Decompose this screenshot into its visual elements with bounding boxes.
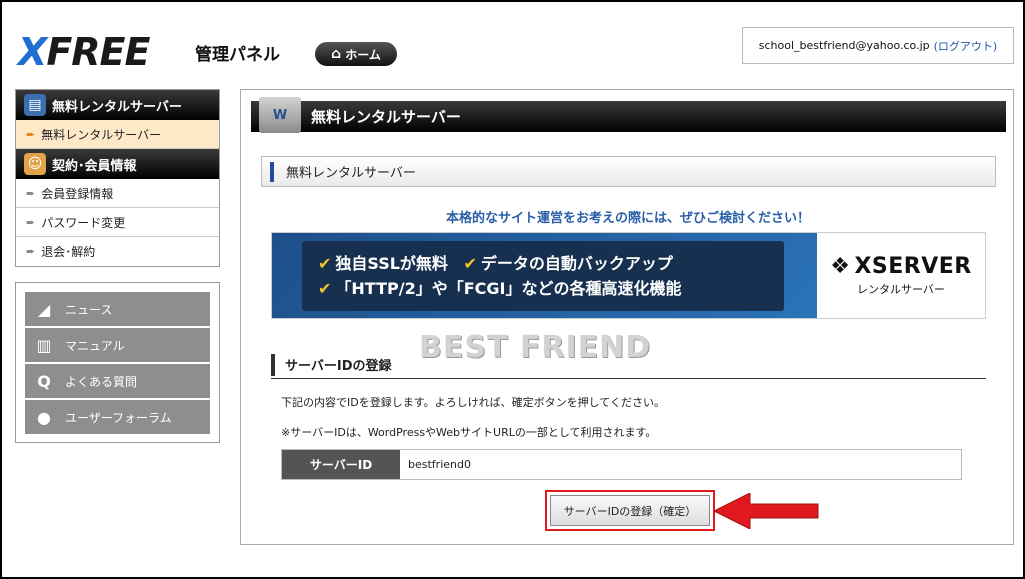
sidebar-item-label: パスワード変更 bbox=[41, 215, 126, 230]
xserver-banner[interactable]: ✔ 独自SSLが無料 ✔ データの自動バックアップ ✔ 「HTTP/2」や「FCGI」… bbox=[271, 232, 986, 319]
sidebar-item-rental-server[interactable]: ➨ 無料レンタルサーバー bbox=[16, 120, 219, 149]
link-news[interactable]: ◢ ニュース bbox=[25, 292, 210, 326]
link-label: よくある質問 bbox=[65, 374, 138, 389]
promo-text: 本格的なサイト運営をお考えの際には、ぜひご検討ください！ bbox=[445, 211, 810, 226]
confirm-button[interactable]: サーバーIDの登録（確定） bbox=[550, 495, 710, 526]
description-text-1: 下記の内容でIDを登録します。よろしければ、確定ボタンを押してください。 bbox=[281, 396, 665, 409]
banner-left: ✔ 独自SSLが無料 ✔ データの自動バックアップ ✔ 「HTTP/2」や「FCGI」… bbox=[272, 233, 817, 318]
sidebar-section-title: 契約･会員情報 bbox=[52, 158, 137, 174]
sidebar-item-label: 無料レンタルサーバー bbox=[41, 127, 162, 142]
sidebar-item-member-info[interactable]: ➨ 会員登録情報 bbox=[16, 179, 219, 208]
sub-header: 無料レンタルサーバー bbox=[261, 156, 996, 187]
check-icon: ✔ bbox=[318, 254, 332, 273]
link-label: ユーザーフォーラム bbox=[65, 410, 172, 425]
banner-line1b: データの自動バックアップ bbox=[480, 254, 673, 273]
banner-line-2: ✔ 「HTTP/2」や「FCGI」などの各種高速化機能 bbox=[318, 276, 768, 301]
sub-title: 無料レンタルサーバー bbox=[286, 166, 416, 181]
link-forum[interactable]: ● ユーザーフォーラム bbox=[25, 400, 210, 434]
sidebar-section-title: 無料レンタルサーバー bbox=[52, 99, 182, 115]
server-id-value: bestfriend0 bbox=[408, 458, 471, 471]
link-label: マニュアル bbox=[65, 338, 125, 353]
link-faq[interactable]: Q よくある質問 bbox=[25, 364, 210, 398]
check-icon: ✔ bbox=[318, 279, 332, 298]
user-info-box: school_bestfriend@yahoo.co.jp (ログアウト) bbox=[742, 27, 1014, 64]
home-label: ホーム bbox=[345, 47, 381, 62]
sidebar-links: ◢ ニュース ▥ マニュアル Q よくある質問 ● ユーザーフォーラム bbox=[15, 282, 220, 443]
link-manual[interactable]: ▥ マニュアル bbox=[25, 328, 210, 362]
xserver-sub: レンタルサーバー bbox=[857, 283, 945, 296]
description-text-2: ※サーバーIDは、WordPressやWebサイトURLの一部として利用されます… bbox=[281, 426, 657, 439]
banner-line2: 「HTTP/2」や「FCGI」などの各種高速化機能 bbox=[335, 279, 682, 298]
main-content: W 無料レンタルサーバー 無料レンタルサーバー 本格的なサイト運営をお考えの際に… bbox=[240, 89, 1014, 545]
panel-title: 管理パネル bbox=[195, 45, 280, 65]
sidebar-item-label: 退会･解約 bbox=[41, 245, 96, 259]
banner-brand: ❖ XSERVER レンタルサーバー bbox=[817, 233, 985, 318]
arrow-right-icon: ➨ bbox=[26, 127, 36, 141]
sidebar-item-label: 会員登録情報 bbox=[41, 186, 114, 201]
section-title: サーバーIDの登録 bbox=[285, 358, 392, 374]
sidebar-item-password[interactable]: ➨ パスワード変更 bbox=[16, 208, 219, 237]
link-label: ニュース bbox=[65, 302, 113, 317]
home-button[interactable]: ⌂ ホーム bbox=[315, 42, 397, 66]
arrow-right-icon: ➨ bbox=[26, 215, 36, 229]
confirm-highlight: サーバーIDの登録（確定） bbox=[545, 490, 715, 531]
q-icon: Q bbox=[37, 371, 51, 391]
user-email: school_bestfriend@yahoo.co.jp bbox=[758, 39, 930, 52]
sidebar-menu: ▤ 無料レンタルサーバー ➨ 無料レンタルサーバー ☺ 契約･会員情報 ➨ 会員… bbox=[15, 89, 220, 267]
home-icon: ⌂ bbox=[331, 46, 342, 62]
logout-link[interactable]: (ログアウト) bbox=[934, 38, 998, 54]
sidebar-item-withdraw[interactable]: ➨ 退会･解約 bbox=[16, 237, 219, 266]
red-arrow-icon bbox=[714, 493, 819, 529]
arrow-right-icon: ➨ bbox=[26, 245, 36, 258]
main-title: 無料レンタルサーバー bbox=[311, 108, 461, 126]
sidebar-section-contract: ☺ 契約･会員情報 bbox=[16, 149, 219, 179]
xserver-logo: ❖ XSERVER bbox=[830, 254, 972, 279]
user-icon: ☺ bbox=[24, 153, 46, 175]
banner-text-box: ✔ 独自SSLが無料 ✔ データの自動バックアップ ✔ 「HTTP/2」や「FCGI」… bbox=[302, 241, 784, 311]
sidebar-section-rental-server: ▤ 無料レンタルサーバー bbox=[16, 90, 219, 120]
banner-line1a: 独自SSLが無料 bbox=[335, 254, 448, 273]
main-header: W 無料レンタルサーバー bbox=[251, 97, 1006, 133]
page-frame: XFREE 管理パネル ⌂ ホーム school_bestfriend@yaho… bbox=[0, 0, 1025, 579]
server-id-row: サーバーID bestfriend0 bbox=[281, 449, 962, 480]
server-icon: ▤ bbox=[24, 94, 46, 116]
banner-line-1: ✔ 独自SSLが無料 ✔ データの自動バックアップ bbox=[318, 251, 768, 276]
watermark-text: BEST FRIEND bbox=[419, 330, 652, 365]
diamond-icon: ❖ bbox=[830, 254, 851, 279]
server-icon: W bbox=[259, 97, 301, 133]
megaphone-icon: ◢ bbox=[37, 299, 51, 319]
chat-icon: ● bbox=[37, 407, 51, 427]
server-id-label: サーバーID bbox=[282, 450, 400, 479]
book-icon: ▥ bbox=[36, 335, 52, 355]
check-icon: ✔ bbox=[463, 254, 477, 273]
arrow-right-icon: ➨ bbox=[26, 186, 36, 200]
xfree-logo[interactable]: XFREE bbox=[18, 30, 150, 74]
